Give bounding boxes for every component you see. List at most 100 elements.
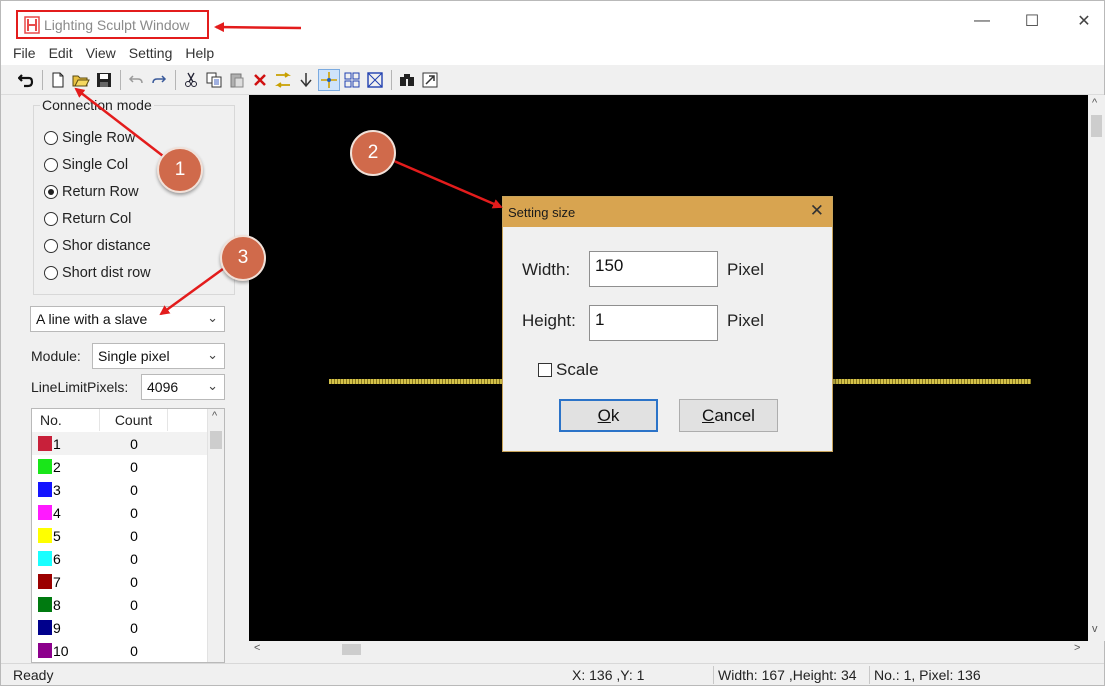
list-item[interactable]: 40 <box>32 501 208 524</box>
canvas-vertical-scrollbar[interactable]: ^ v <box>1088 95 1105 641</box>
list-scrollbar[interactable]: ^ <box>207 409 224 662</box>
grid-icon[interactable] <box>341 69 363 91</box>
toolbar-separator <box>391 69 392 90</box>
list-item[interactable]: 30 <box>32 478 208 501</box>
radio-label: Single Row <box>62 130 136 146</box>
copy-icon[interactable] <box>203 69 225 91</box>
binoculars-icon[interactable] <box>396 69 418 91</box>
scroll-left-icon[interactable]: < <box>254 642 260 654</box>
paste-icon[interactable] <box>226 69 248 91</box>
width-input[interactable]: 150 <box>589 251 718 287</box>
list-item[interactable]: 70 <box>32 570 208 593</box>
radio-shor-distance[interactable]: Shor distance <box>44 238 151 254</box>
menu-help[interactable]: Help <box>185 45 214 61</box>
radio-circle-icon <box>44 266 58 280</box>
canvas-horizontal-scrollbar[interactable]: < > <box>249 641 1088 658</box>
line-slave-select[interactable]: A line with a slave ⌄ <box>30 306 225 332</box>
row-number: 5 <box>53 527 61 544</box>
scroll-thumb[interactable] <box>342 644 361 655</box>
menu-edit[interactable]: Edit <box>49 45 73 61</box>
dialog-title: Setting size <box>508 204 576 220</box>
color-swatch <box>38 620 52 635</box>
height-unit: Pixel <box>727 311 764 330</box>
color-swatch <box>38 436 52 451</box>
list-item[interactable]: 60 <box>32 547 208 570</box>
list-item[interactable]: 80 <box>32 593 208 616</box>
cut-icon[interactable] <box>180 69 202 91</box>
maximize-button[interactable]: ☐ <box>1017 9 1047 33</box>
download-arrow-icon[interactable] <box>295 69 317 91</box>
toolbar-separator <box>42 69 43 90</box>
height-label: Height: <box>522 311 576 330</box>
box-x-icon[interactable] <box>364 69 386 91</box>
cancel-button[interactable]: Cancel <box>679 399 778 432</box>
status-coordinates: X: 136 ,Y: 1 <box>572 667 645 683</box>
transform-icon[interactable] <box>272 69 294 91</box>
new-file-icon[interactable] <box>47 69 69 91</box>
radio-label: Shor distance <box>62 238 151 254</box>
scroll-up-icon[interactable]: ^ <box>1092 97 1097 109</box>
connection-mode-label: Connection mode <box>40 97 154 113</box>
radio-label: Return Col <box>62 211 132 227</box>
dialog-title-bar: Setting size ✕ <box>503 197 832 227</box>
height-input[interactable]: 1 <box>589 305 718 341</box>
status-divider <box>713 666 714 684</box>
title-bar: Lighting Sculpt Window — ☐ ✕ <box>1 1 1104 41</box>
column-header-count[interactable]: Count <box>100 409 168 431</box>
ok-mnemonic: O <box>597 405 611 425</box>
undo-icon[interactable] <box>125 69 147 91</box>
list-item[interactable]: 20 <box>32 455 208 478</box>
column-header-no[interactable]: No. <box>32 409 100 431</box>
crosshair-icon[interactable] <box>318 68 340 91</box>
export-icon[interactable] <box>419 69 441 91</box>
pixel-line-segment[interactable] <box>329 379 504 384</box>
annotation-badge-3: 3 <box>220 235 266 281</box>
row-number: 6 <box>53 550 61 567</box>
scroll-down-icon[interactable]: v <box>1092 623 1098 635</box>
dialog-close-icon[interactable]: ✕ <box>810 201 824 221</box>
menu-setting[interactable]: Setting <box>129 45 173 61</box>
menu-view[interactable]: View <box>86 45 116 61</box>
ok-button[interactable]: Ok <box>559 399 658 432</box>
save-icon[interactable] <box>93 69 115 91</box>
annotation-badge-1: 1 <box>157 147 203 193</box>
radio-return-col[interactable]: Return Col <box>44 211 131 227</box>
port-count-list[interactable]: No. Count 1 0 2 0 3 0 4 0 5 0 6 0 7 0 8 0 9 0 10 0 ^ <box>31 408 225 663</box>
radio-short-dist-row[interactable]: Short dist row <box>44 265 151 281</box>
menu-file[interactable]: File <box>13 45 36 61</box>
scroll-thumb[interactable] <box>1091 115 1102 137</box>
scroll-thumb[interactable] <box>210 431 222 449</box>
left-panel: Connection mode Single Row Single Col Re… <box>11 95 241 663</box>
status-pixel: No.: 1, Pixel: 136 <box>874 667 981 683</box>
minimize-button[interactable]: — <box>967 9 997 33</box>
annotation-badge-2: 2 <box>350 130 396 176</box>
radio-selected-icon <box>44 185 58 199</box>
line-limit-select[interactable]: 4096 ⌄ <box>141 374 225 400</box>
module-select[interactable]: Single pixel ⌄ <box>92 343 225 369</box>
radio-circle-icon <box>44 239 58 253</box>
list-item[interactable]: 90 <box>32 616 208 639</box>
list-item[interactable]: 10 <box>32 432 208 455</box>
pixel-line-segment[interactable] <box>833 379 1031 384</box>
undo-arrow-icon[interactable] <box>15 69 37 91</box>
chevron-down-icon: ⌄ <box>207 347 218 362</box>
close-button[interactable]: ✕ <box>1069 9 1099 33</box>
radio-single-col[interactable]: Single Col <box>44 157 128 173</box>
redo-icon[interactable] <box>148 69 170 91</box>
radio-label: Short dist row <box>62 265 151 281</box>
delete-icon[interactable] <box>249 69 271 91</box>
list-item[interactable]: 10 0 <box>32 639 208 662</box>
scroll-right-icon[interactable]: > <box>1074 642 1080 654</box>
scale-checkbox[interactable]: Scale <box>538 360 599 380</box>
toolbar-separator <box>175 69 176 90</box>
radio-return-row[interactable]: Return Row <box>44 184 139 200</box>
radio-label: Single Col <box>62 157 129 173</box>
open-folder-icon[interactable] <box>70 69 92 91</box>
row-number: 1 <box>53 435 61 452</box>
menu-bar: File Edit View Setting Help <box>1 41 1104 65</box>
app-window: Lighting Sculpt Window — ☐ ✕ File Edit V… <box>0 0 1105 686</box>
list-item[interactable]: 50 <box>32 524 208 547</box>
radio-single-row[interactable]: Single Row <box>44 130 135 146</box>
row-count: 0 <box>130 527 138 544</box>
scroll-up-icon[interactable]: ^ <box>212 410 217 422</box>
